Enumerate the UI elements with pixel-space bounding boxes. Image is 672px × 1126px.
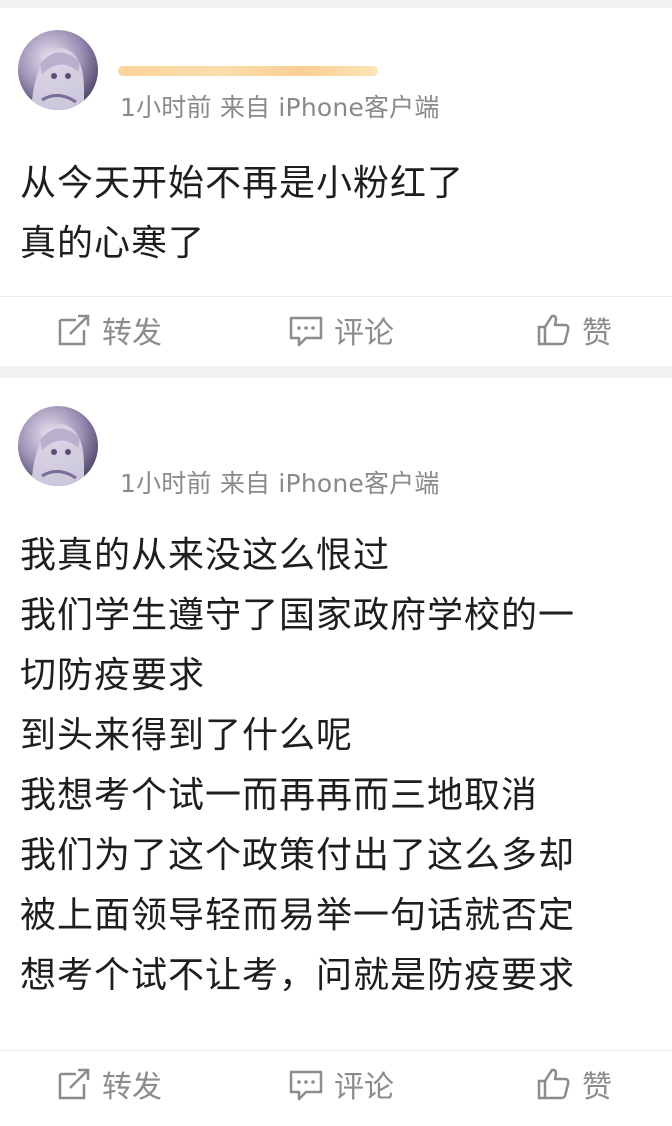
post-line: 被上面领导轻而易举一句话就否定 xyxy=(20,895,576,936)
avatar[interactable] xyxy=(18,30,98,110)
repost-button[interactable]: 转发 xyxy=(54,1052,162,1116)
like-label: 赞 xyxy=(582,1070,612,1105)
repost-icon xyxy=(54,310,94,350)
like-label: 赞 xyxy=(582,316,612,351)
post-content: 从今天开始不再是小粉红了 真的心寒了 xyxy=(20,154,662,274)
post-line: 到头来得到了什么呢 xyxy=(20,715,354,756)
post-card: 1小时前 来自 iPhone客户端 从今天开始不再是小粉红了 真的心寒了 转发 … xyxy=(0,8,672,366)
comment-label: 评论 xyxy=(334,1070,394,1105)
comment-button[interactable]: 评论 xyxy=(286,1052,394,1116)
repost-label: 转发 xyxy=(102,1070,162,1105)
repost-button[interactable]: 转发 xyxy=(54,298,162,362)
repost-label: 转发 xyxy=(102,316,162,351)
like-button[interactable]: 赞 xyxy=(534,1052,612,1116)
comment-icon xyxy=(286,310,326,350)
post-line: 想考个试不让考，问就是防疫要求 xyxy=(20,955,576,996)
post-line: 我们学生遵守了国家政府学校的一 xyxy=(20,595,576,636)
post-line: 我真的从来没这么恨过 xyxy=(20,535,391,576)
repost-icon xyxy=(54,1064,94,1104)
comment-icon xyxy=(286,1064,326,1104)
like-button[interactable]: 赞 xyxy=(534,298,612,362)
post-line: 我想考个试一而再再而三地取消 xyxy=(20,775,539,816)
post-line: 切防疫要求 xyxy=(20,655,206,696)
comment-label: 评论 xyxy=(334,316,394,351)
post-line: 从今天开始不再是小粉红了 xyxy=(20,163,465,204)
divider xyxy=(0,1050,672,1051)
post-meta: 1小时前 来自 iPhone客户端 xyxy=(120,469,440,498)
post-card: 1小时前 来自 iPhone客户端 我真的从来没这么恨过 我们学生遵守了国家政府… xyxy=(0,378,672,1126)
thumbs-up-icon xyxy=(534,1064,574,1104)
avatar[interactable] xyxy=(18,406,98,486)
post-line: 我们为了这个政策付出了这么多却 xyxy=(20,835,576,876)
post-meta: 1小时前 来自 iPhone客户端 xyxy=(120,93,440,122)
action-bar: 转发 评论 赞 xyxy=(0,1052,672,1116)
action-bar: 转发 评论 赞 xyxy=(0,298,672,362)
comment-button[interactable]: 评论 xyxy=(286,298,394,362)
username-redacted[interactable] xyxy=(118,66,378,76)
post-content: 我真的从来没这么恨过 我们学生遵守了国家政府学校的一 切防疫要求 到头来得到了什… xyxy=(20,526,662,1006)
post-line: 真的心寒了 xyxy=(20,223,206,264)
thumbs-up-icon xyxy=(534,310,574,350)
divider xyxy=(0,296,672,297)
